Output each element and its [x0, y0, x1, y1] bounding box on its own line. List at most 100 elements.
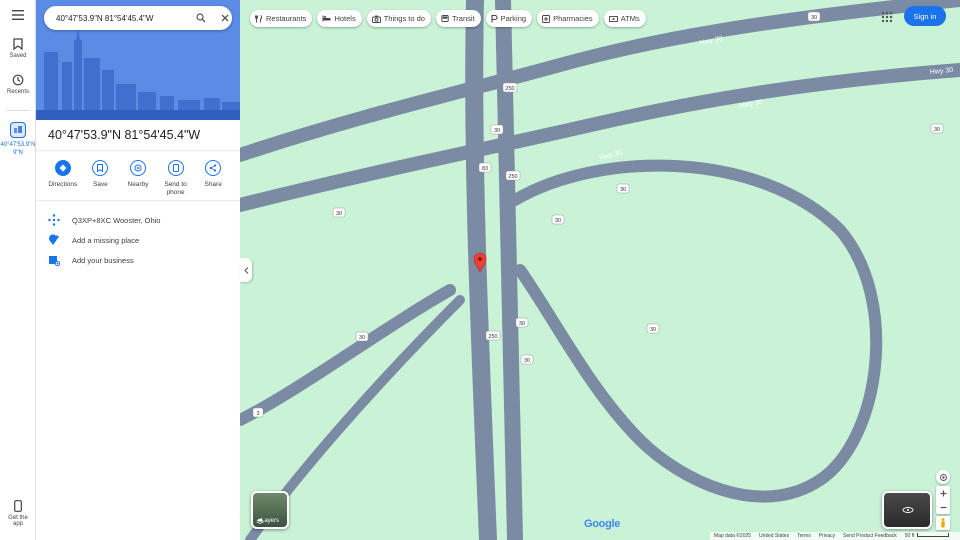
share-label: Share — [204, 181, 222, 188]
street-view-icon — [902, 507, 914, 513]
pharmacy-icon — [542, 14, 551, 23]
pegman-icon — [941, 518, 945, 528]
apps-grid-icon — [881, 11, 893, 23]
route-shield: 30 — [359, 335, 365, 341]
chip-parking[interactable]: Parking — [485, 10, 533, 27]
saved-label: Saved — [9, 53, 27, 59]
share-button[interactable]: Share — [194, 160, 232, 197]
route-shield: 30 — [650, 327, 656, 333]
route-shield: 30 — [519, 321, 525, 327]
scale-label[interactable]: 50 ft — [905, 533, 949, 539]
map-footer: Map data ©2025 United States Terms Priva… — [710, 532, 960, 540]
divider — [36, 150, 240, 151]
chip-label: Restaurants — [266, 14, 307, 23]
recent-place-label-2: 9"N — [13, 150, 23, 156]
chip-things-to-do[interactable]: Things to do — [366, 10, 431, 27]
menu-icon — [12, 10, 24, 20]
minus-icon — [940, 506, 946, 508]
route-shield: 30 — [524, 358, 530, 364]
chip-hotels[interactable]: Hotels — [317, 10, 362, 27]
route-shield: 3 — [256, 411, 259, 417]
add-business-icon — [49, 256, 60, 266]
search-input[interactable] — [56, 13, 181, 23]
zoom-out-button[interactable] — [936, 500, 950, 514]
chip-label: Pharmacies — [553, 14, 593, 23]
transit-icon — [441, 14, 449, 22]
nearby-icon — [134, 164, 142, 172]
my-location-button[interactable] — [936, 470, 950, 484]
camera-icon — [371, 15, 381, 23]
route-shield: 250 — [505, 86, 514, 92]
place-title: 40°47'53.9"N 81°54'45.4"W — [48, 128, 201, 142]
directions-icon — [59, 164, 67, 172]
send-feedback-link[interactable]: Send Product Feedback — [843, 533, 897, 539]
category-chips: Restaurants Hotels Things to do Transit … — [250, 10, 646, 27]
chip-pharmacies[interactable]: Pharmacies — [537, 10, 599, 27]
send-to-phone-label-2: phone — [166, 189, 185, 196]
street-view-preview[interactable] — [882, 491, 932, 529]
plus-code-icon — [48, 214, 60, 226]
place-panel: 40°47'53.9"N 81°54'45.4"W Directions Sav… — [36, 0, 240, 540]
nearby-button[interactable]: Nearby — [119, 160, 157, 197]
add-missing-place-row[interactable]: Add a missing place — [48, 234, 139, 246]
chip-transit[interactable]: Transit — [435, 10, 481, 27]
pegman-button[interactable] — [936, 516, 950, 530]
directions-label: Directions — [48, 181, 78, 188]
chip-label: Parking — [500, 14, 527, 23]
add-location-icon — [49, 234, 59, 245]
send-to-phone-button[interactable]: Send to phone — [157, 160, 195, 197]
phone-icon — [14, 500, 22, 512]
clear-search-button[interactable] — [218, 11, 232, 25]
search-button[interactable] — [194, 11, 208, 25]
route-shield: 30 — [934, 127, 940, 133]
chip-atms[interactable]: ATMs — [603, 10, 646, 27]
recents-button[interactable]: Recents — [0, 74, 36, 95]
map-data-attribution: Map data ©2025 — [714, 533, 752, 539]
google-logo-text: Google — [584, 518, 621, 530]
route-shield: 30 — [555, 218, 561, 224]
parking-icon — [491, 14, 498, 22]
search-icon — [196, 13, 206, 23]
sign-in-button[interactable]: Sign in — [904, 6, 946, 26]
directions-button[interactable]: Directions — [44, 160, 82, 197]
plus-code-row[interactable]: Q3XP+8XC Wooster, Ohio — [48, 214, 160, 226]
terms-link[interactable]: Terms — [797, 533, 811, 539]
route-shield: 30 — [336, 211, 342, 217]
plus-code-text: Q3XP+8XC Wooster, Ohio — [72, 215, 161, 225]
close-icon — [221, 14, 229, 22]
route-shield: 83 — [482, 166, 488, 172]
chevron-left-icon — [243, 266, 248, 274]
hotel-icon — [322, 15, 331, 22]
google-apps-button[interactable] — [880, 10, 894, 24]
country-link[interactable]: United States — [759, 533, 789, 539]
add-business-row[interactable]: Add your business — [48, 254, 134, 266]
recents-label: Recents — [6, 89, 29, 95]
get-app-button[interactable]: Get the app — [0, 500, 36, 527]
search-box — [44, 6, 232, 30]
recent-place-item[interactable]: 40°47'53.9"N 9"N — [0, 122, 36, 157]
chip-restaurants[interactable]: Restaurants — [250, 10, 313, 27]
menu-button[interactable] — [0, 10, 36, 23]
send-to-phone-label: Send to — [164, 181, 187, 188]
share-icon — [209, 164, 217, 172]
save-button[interactable]: Save — [82, 160, 120, 197]
route-shield: 250 — [488, 334, 497, 340]
add-missing-place-text: Add a missing place — [72, 235, 140, 245]
map-canvas[interactable]: Hwy 30 Hwy 30 Hwy 30 Hwy 30 250 30 30 83… — [240, 0, 960, 540]
nearby-label: Nearby — [127, 181, 149, 188]
divider — [36, 200, 240, 201]
save-label: Save — [92, 181, 108, 188]
chip-label: Things to do — [383, 14, 425, 23]
get-app-label-2: app — [12, 521, 23, 527]
collapse-panel-button[interactable] — [240, 258, 252, 282]
chip-label: ATMs — [620, 14, 640, 23]
privacy-link[interactable]: Privacy — [819, 533, 835, 539]
layers-button[interactable]: Layers — [251, 491, 289, 529]
route-shield: 250 — [508, 174, 517, 180]
restaurant-icon — [255, 14, 263, 22]
zoom-in-button[interactable] — [936, 486, 950, 500]
scale-text: 50 ft — [904, 533, 915, 539]
route-shield: 30 — [494, 128, 500, 134]
saved-button[interactable]: Saved — [0, 38, 36, 59]
recent-place-label: 40°47'53.9"N — [0, 142, 36, 148]
